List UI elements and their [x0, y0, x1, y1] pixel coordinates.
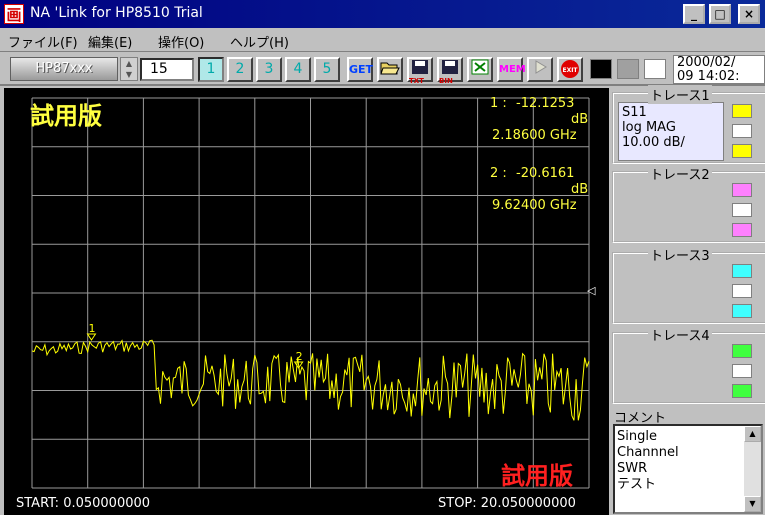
trace-panel-3: トレース3: [612, 245, 765, 324]
folder-open-icon: [380, 62, 400, 75]
comment-scrollbar[interactable]: ▲ ▼: [744, 426, 761, 512]
trace-4-color-swatch[interactable]: [732, 344, 752, 358]
marker2-freq: 9.62400 GHz: [492, 198, 577, 213]
marker1-label: 1 :: [490, 96, 507, 111]
datetime-line1: 2000/02/: [677, 55, 736, 70]
trace-1-info[interactable]: S11 log MAG 10.00 dB/: [618, 102, 724, 161]
marker2-unit: dB: [571, 182, 589, 197]
comment-text: Single Channnel SWR テスト: [617, 429, 679, 493]
title-bar: 画 NA 'Link for HP8510 Trial _ □ ×: [0, 0, 765, 28]
trace-4-title: トレース4: [648, 325, 712, 344]
scroll-down-button[interactable]: ▼: [744, 496, 761, 512]
trace-3-memory-swatch[interactable]: [732, 284, 752, 298]
menu-edit[interactable]: 編集(E): [88, 32, 132, 51]
trace-3-color-swatch[interactable]: [732, 264, 752, 278]
trace-3-marker-swatch[interactable]: [732, 304, 752, 318]
trace-1-format: log MAG: [622, 120, 676, 135]
excel-export-button[interactable]: [467, 57, 493, 82]
color-white-swatch[interactable]: [644, 59, 666, 79]
datetime-line2: 09 14:02:: [677, 69, 740, 84]
marker1-unit: dB: [571, 112, 589, 127]
trace-1-title: トレース1: [648, 85, 712, 104]
trace-2-info[interactable]: [618, 181, 724, 240]
menu-help[interactable]: ヘルプ(H): [230, 32, 289, 51]
play-button[interactable]: [527, 57, 553, 82]
comment-textarea[interactable]: Single Channnel SWR テスト ▲ ▼: [613, 424, 763, 514]
color-gray-swatch[interactable]: [617, 59, 639, 79]
menu-file[interactable]: ファイル(F): [8, 32, 78, 51]
trace-panel-1: S11 log MAG 10.00 dB/ トレース1: [612, 85, 765, 164]
marker-2-number: 2: [296, 350, 303, 363]
trace-2-memory-swatch[interactable]: [732, 203, 752, 217]
trace-1-color-swatch[interactable]: [732, 104, 752, 118]
model-select-button[interactable]: HP87xxx: [10, 57, 118, 81]
trace-panel-4: トレース4: [612, 325, 765, 404]
save-bin-button[interactable]: BIN: [437, 57, 463, 85]
trace-2-marker-swatch[interactable]: [732, 223, 752, 237]
excel-icon: [471, 59, 489, 75]
minimize-button[interactable]: _: [683, 4, 705, 24]
trace-panel-2: トレース2: [612, 164, 765, 243]
trial-watermark-bottom: 試用版: [501, 462, 573, 490]
start-frequency: START: 0.050000000: [16, 496, 151, 511]
maximize-button[interactable]: □: [709, 4, 731, 24]
exit-icon: EXIT: [561, 60, 579, 78]
channel-1-button[interactable]: 1: [198, 57, 224, 82]
trace-2-title: トレース2: [648, 164, 712, 183]
trace-1-scale: 10.00 dB/: [622, 135, 685, 150]
channel-3-button[interactable]: 3: [256, 57, 282, 82]
comment-line: テスト: [617, 477, 657, 492]
color-black-swatch[interactable]: [590, 59, 612, 79]
exit-button[interactable]: EXIT: [557, 57, 583, 82]
stop-frequency: STOP: 20.050000000: [438, 496, 576, 511]
trial-watermark-top: 試用版: [30, 102, 102, 130]
marker2-label: 2 :: [490, 166, 507, 181]
average-count-field[interactable]: 15: [140, 58, 194, 81]
trace-4-memory-swatch[interactable]: [732, 364, 752, 378]
menu-bar: ファイル(F) 編集(E) 操作(O) ヘルプ(H): [0, 28, 765, 52]
close-button[interactable]: ×: [738, 4, 760, 24]
channel-5-button[interactable]: 5: [314, 57, 340, 82]
window-title: NA 'Link for HP8510 Trial: [30, 5, 203, 21]
marker1-freq: 2.18600 GHz: [492, 128, 577, 143]
svg-text:EXIT: EXIT: [562, 67, 578, 74]
app-icon[interactable]: 画: [4, 4, 24, 24]
reference-level-marker: ◁: [587, 284, 596, 297]
marker2-value: -20.6161: [516, 166, 575, 181]
marker-1-number: 1: [88, 322, 95, 335]
memory-button[interactable]: MEM: [497, 57, 526, 82]
trace-2-color-swatch[interactable]: [732, 183, 752, 197]
comment-line: Channnel: [617, 445, 679, 460]
comment-line: Single: [617, 429, 657, 444]
channel-4-button[interactable]: 4: [285, 57, 311, 82]
get-data-button[interactable]: GET: [347, 57, 373, 82]
trace-1-parameter: S11: [622, 105, 647, 120]
trace-1-marker-swatch[interactable]: [732, 144, 752, 158]
channel-2-button[interactable]: 2: [227, 57, 253, 82]
trace-4-marker-swatch[interactable]: [732, 384, 752, 398]
play-icon: [535, 60, 547, 74]
trace-3-title: トレース3: [648, 245, 712, 264]
graph-canvas: 12: [31, 97, 590, 489]
marker1-value: -12.1253: [516, 96, 575, 111]
trace-4-info[interactable]: [618, 342, 724, 401]
comment-line: SWR: [617, 461, 648, 476]
menu-operation[interactable]: 操作(O): [158, 32, 204, 51]
open-folder-button[interactable]: [377, 57, 403, 82]
scroll-up-button[interactable]: ▲: [744, 426, 761, 442]
trace-3-info[interactable]: [618, 262, 724, 321]
save-txt-button[interactable]: TXT: [407, 57, 433, 85]
average-spinner[interactable]: ▲ ▼: [120, 57, 138, 81]
datetime-display: 2000/02/ 09 14:02:: [673, 55, 765, 84]
graph-area[interactable]: 12 試用版 試用版 1 : -12.1253 dB 2.18600 GHz 2…: [4, 88, 609, 515]
trace-1-memory-swatch[interactable]: [732, 124, 752, 138]
